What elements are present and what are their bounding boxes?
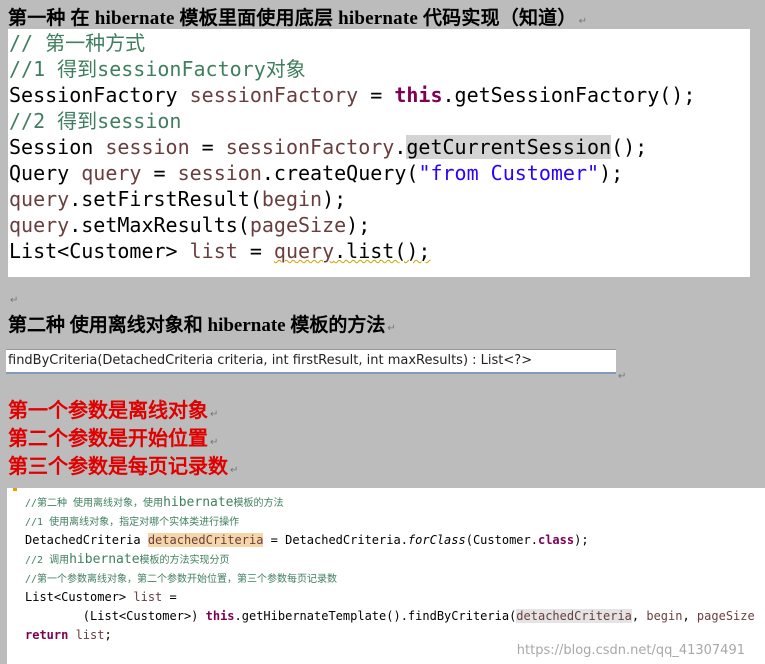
param-description: 第三个参数是每页记录数 ↵ (8, 456, 239, 478)
code-line: //第一个参数离线对象，第二个参数开始位置，第三个参数每页记录数 (25, 574, 338, 585)
code-line: DetachedCriteria detachedCriteria = Deta… (25, 533, 589, 547)
code-line: return list; (25, 628, 112, 642)
code-line: //2 得到session (9, 109, 182, 133)
code-line: query.setFirstResult(begin); (9, 187, 347, 211)
heading-method-one: 第一种 在 hibernate 模板里面使用底层 hibernate 代码实现（… (8, 8, 588, 29)
code-block-method-two: //第二种 使用离线对象，使用hibernate模板的方法 //1 使用离线对象… (7, 488, 765, 664)
breakpoint-marker (13, 488, 17, 491)
code-line: Session session = sessionFactory.getCurr… (9, 135, 648, 159)
paragraph-mark: ↵ (10, 295, 19, 306)
paragraph-mark: ↵ (618, 371, 627, 382)
code-line: (List<Customer>) this.getHibernateTempla… (25, 609, 755, 623)
code-line: //1 得到sessionFactory对象 (9, 57, 306, 81)
code-line: List<Customer> list = query.list(); (9, 239, 431, 263)
param-description: 第一个参数是离线对象 ↵ (8, 400, 219, 422)
code-line: //1 使用离线对象，指定对哪个实体类进行操作 (25, 517, 240, 528)
code-line: // 第一种方式 (9, 31, 146, 55)
code-line: //第二种 使用离线对象，使用hibernate模板的方法 (25, 495, 284, 510)
code-line: //2 调用hibernate模板的方法实现分页 (25, 552, 230, 567)
param-description: 第二个参数是开始位置 ↵ (8, 428, 219, 450)
code-line: Query query = session.createQuery("from … (9, 161, 624, 185)
code-line: query.setMaxResults(pageSize); (9, 213, 371, 237)
code-line: List<Customer> list = (25, 590, 177, 604)
method-signature-tooltip: findByCriteria(DetachedCriteria criteria… (6, 349, 616, 374)
heading-method-two: 第二种 使用离线对象和 hibernate 模板的方法 ↵ (8, 315, 396, 336)
watermark: https://blog.csdn.net/qq_41307491 (516, 643, 745, 658)
code-block-method-one: // 第一种方式 //1 得到sessionFactory对象 SessionF… (8, 29, 750, 277)
code-line: SessionFactory sessionFactory = this.get… (9, 83, 696, 107)
